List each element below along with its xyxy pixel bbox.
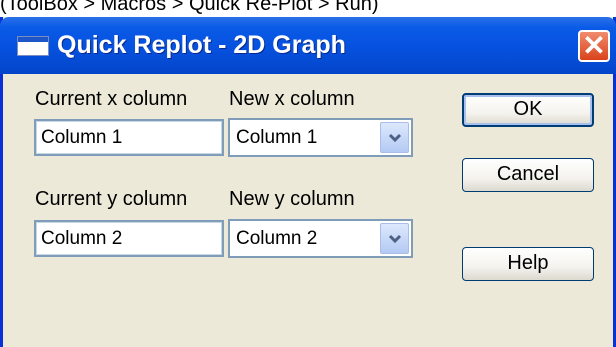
title-bar[interactable]: Quick Replot - 2D Graph ✕ (0, 17, 616, 74)
dropdown-button[interactable] (380, 122, 409, 153)
current-y-column-field[interactable]: Column 2 (34, 220, 224, 257)
close-button[interactable]: ✕ (578, 30, 610, 62)
current-x-column-field[interactable]: Column 1 (34, 119, 224, 156)
ok-button[interactable]: OK (462, 93, 594, 127)
current-x-column-label: Current x column (35, 88, 188, 110)
current-y-column-label: Current y column (35, 188, 188, 210)
new-x-column-select[interactable]: Column 1 (228, 118, 413, 157)
dialog-title: Quick Replot - 2D Graph (57, 31, 346, 59)
new-x-column-value: Column 1 (236, 127, 318, 148)
help-button[interactable]: Help (462, 247, 594, 281)
dropdown-button[interactable] (380, 223, 409, 254)
dialog-window: Quick Replot - 2D Graph ✕ Current x colu… (0, 17, 616, 347)
chevron-down-icon (388, 234, 402, 244)
cancel-button[interactable]: Cancel (462, 158, 594, 192)
app-icon (17, 36, 49, 56)
new-y-column-label: New y column (229, 188, 355, 210)
chevron-down-icon (388, 133, 402, 143)
close-icon: ✕ (582, 30, 606, 61)
new-x-column-label: New x column (229, 88, 355, 110)
new-y-column-value: Column 2 (236, 228, 318, 249)
breadcrumb-caption: (ToolBox > Macros > Quick Re-Plot > Run) (0, 0, 379, 15)
new-y-column-select[interactable]: Column 2 (228, 219, 413, 258)
